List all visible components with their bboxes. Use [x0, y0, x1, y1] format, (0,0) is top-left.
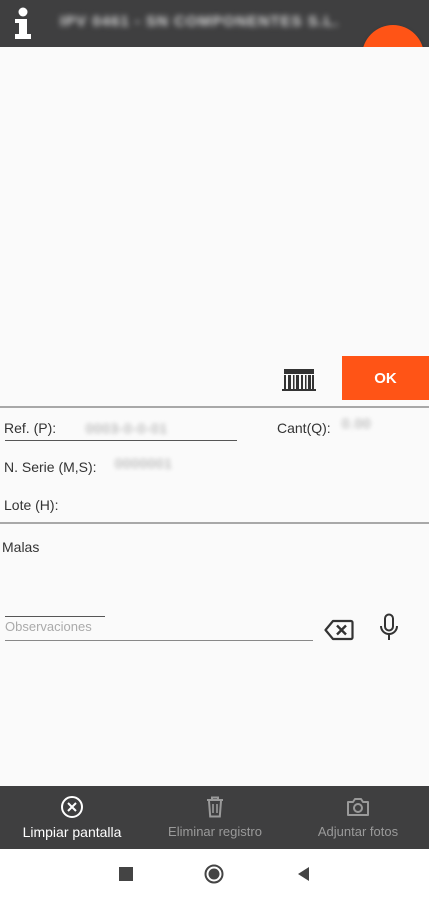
bottom-action-bar: Limpiar pantalla Eliminar registro Adjun… — [0, 786, 429, 849]
cancel-circle-icon — [61, 796, 83, 818]
serie-value: 0000001 — [115, 456, 173, 471]
backspace-icon[interactable] — [324, 619, 354, 641]
cant-value: 0.00 — [342, 416, 372, 431]
malas-label: Malas — [2, 539, 40, 555]
back-icon[interactable] — [296, 866, 310, 882]
attach-photos-button[interactable]: Adjuntar fotos — [300, 786, 416, 849]
trash-icon — [207, 796, 223, 818]
recent-apps-icon[interactable] — [119, 867, 133, 881]
clear-screen-button[interactable]: Limpiar pantalla — [10, 786, 134, 849]
info-icon[interactable] — [12, 6, 34, 42]
observaciones-input[interactable] — [5, 613, 313, 641]
ok-button[interactable]: OK — [342, 356, 429, 400]
delete-record-label: Eliminar registro — [168, 824, 262, 839]
camera-icon — [347, 798, 369, 816]
cant-label: Cant(Q): — [277, 420, 331, 436]
divider — [0, 406, 429, 408]
barcode-scan-icon[interactable] — [280, 367, 318, 393]
ref-value: 0003-0-0-01 — [86, 421, 168, 436]
serie-label: N. Serie (M,S): — [4, 459, 97, 475]
main-content: OK Ref. (P): 0003-0-0-01 Cant(Q): 0.00 N… — [0, 47, 429, 787]
attach-photos-label: Adjuntar fotos — [317, 824, 399, 839]
page-title: IPV 0461 - SN COMPONENTES S.L. — [60, 13, 340, 30]
delete-record-button[interactable]: Eliminar registro — [155, 786, 275, 849]
home-icon[interactable] — [204, 864, 224, 884]
top-app-bar: IPV 0461 - SN COMPONENTES S.L. — [0, 0, 429, 47]
ref-label: Ref. (P): — [4, 420, 57, 436]
divider — [0, 522, 429, 524]
microphone-icon[interactable] — [378, 613, 400, 643]
system-navigation-bar — [0, 849, 429, 900]
clear-screen-label: Limpiar pantalla — [22, 824, 122, 840]
lote-label: Lote (H): — [4, 497, 59, 513]
